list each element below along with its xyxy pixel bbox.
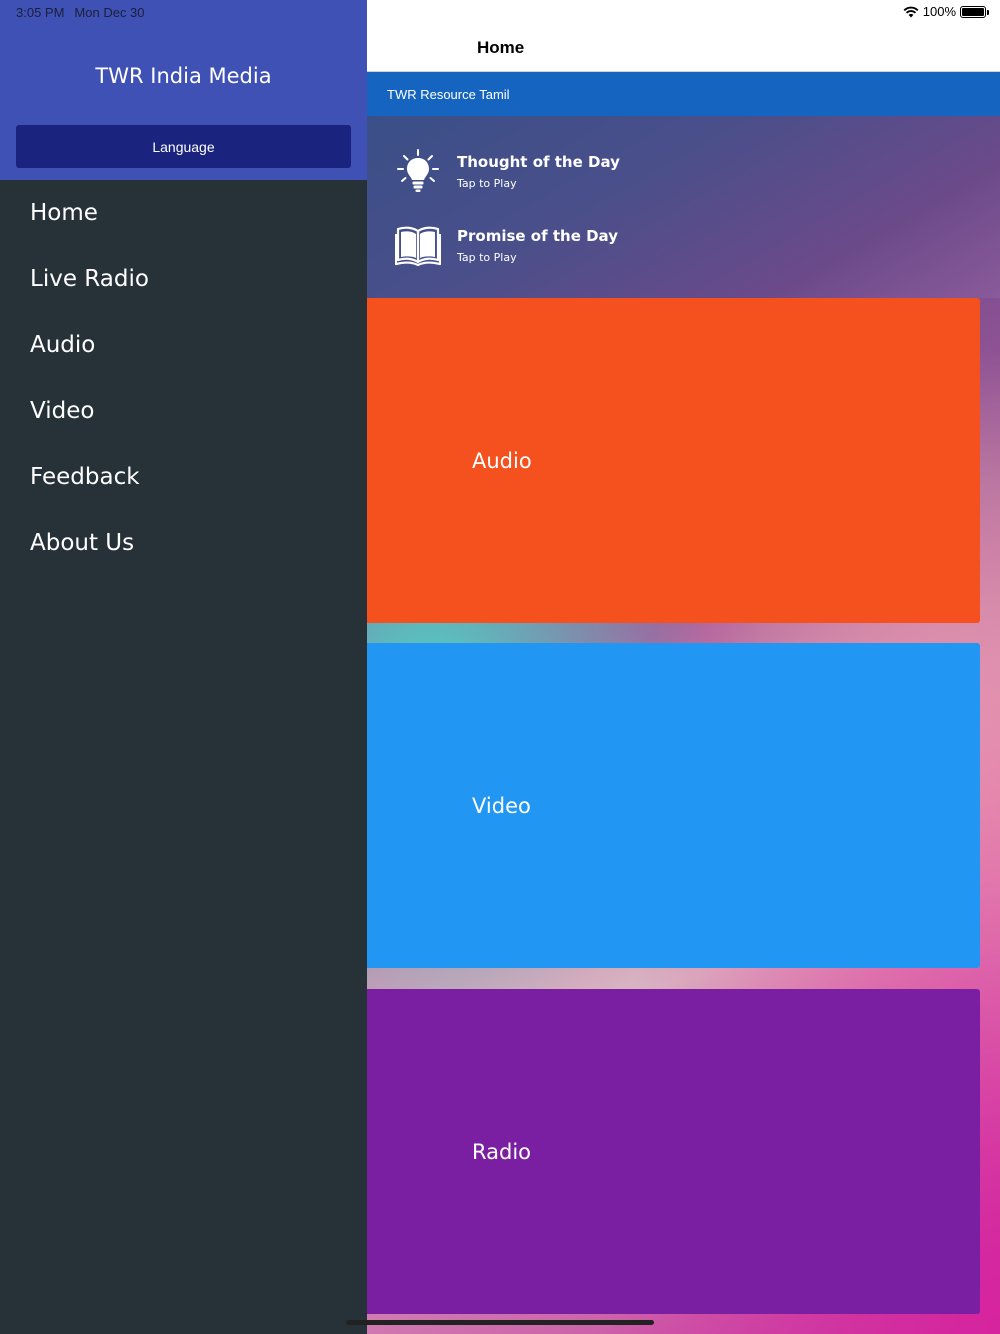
sidebar-menu: Home Live Radio Audio Video Feedback Abo… (0, 180, 367, 576)
audio-tile[interactable]: Audio (367, 298, 980, 623)
featured-section: Thought of the Day Tap to Play Promise o… (367, 116, 1000, 298)
radio-tile[interactable]: Radio (367, 989, 980, 1314)
open-book-icon (395, 226, 441, 267)
sidebar-item-about-us[interactable]: About Us (0, 510, 367, 576)
sidebar-item-live-radio[interactable]: Live Radio (0, 246, 367, 312)
tile-label: Audio (472, 448, 532, 473)
battery-percent: 100% (922, 4, 956, 19)
feature-subtitle: Tap to Play (457, 250, 517, 264)
language-button[interactable]: Language (16, 125, 351, 168)
home-indicator[interactable] (346, 1320, 654, 1325)
status-time-date: 3:05 PM Mon Dec 30 (16, 5, 145, 20)
promise-text: Promise of the Day Tap to Play (457, 227, 618, 264)
feature-title: Thought of the Day (457, 152, 620, 171)
tile-label: Video (472, 793, 531, 818)
status-bar: 3:05 PM Mon Dec 30 100% (0, 0, 1000, 24)
page-title: Home (477, 38, 525, 57)
resource-title: TWR Resource Tamil (387, 86, 510, 102)
app-title: TWR India Media (95, 64, 272, 88)
sidebar-header: TWR India Media Language (0, 0, 367, 180)
sidebar-drawer: TWR India Media Language Home Live Radio… (0, 0, 367, 1334)
resource-bar: TWR Resource Tamil (367, 72, 1000, 116)
video-tile[interactable]: Video (367, 643, 980, 968)
feature-subtitle: Tap to Play (457, 176, 517, 190)
feature-title: Promise of the Day (457, 226, 618, 245)
status-time: 3:05 PM (16, 5, 65, 20)
thought-of-the-day-item[interactable]: Thought of the Day Tap to Play (395, 148, 620, 194)
tile-label: Radio (472, 1139, 532, 1164)
sidebar-item-audio[interactable]: Audio (0, 312, 367, 378)
sidebar-item-video[interactable]: Video (0, 378, 367, 444)
lightbulb-icon (397, 149, 439, 192)
sidebar-item-home[interactable]: Home (0, 180, 367, 246)
thought-text: Thought of the Day Tap to Play (457, 153, 620, 190)
wifi-icon (903, 6, 919, 17)
main-content: Home TWR Resource Tamil Thought of the D… (367, 0, 1000, 1334)
promise-of-the-day-item[interactable]: Promise of the Day Tap to Play (395, 222, 618, 268)
battery-icon (960, 5, 989, 18)
status-indicators: 100% (903, 4, 989, 19)
status-date: Mon Dec 30 (74, 5, 145, 20)
sidebar-item-feedback[interactable]: Feedback (0, 444, 367, 510)
